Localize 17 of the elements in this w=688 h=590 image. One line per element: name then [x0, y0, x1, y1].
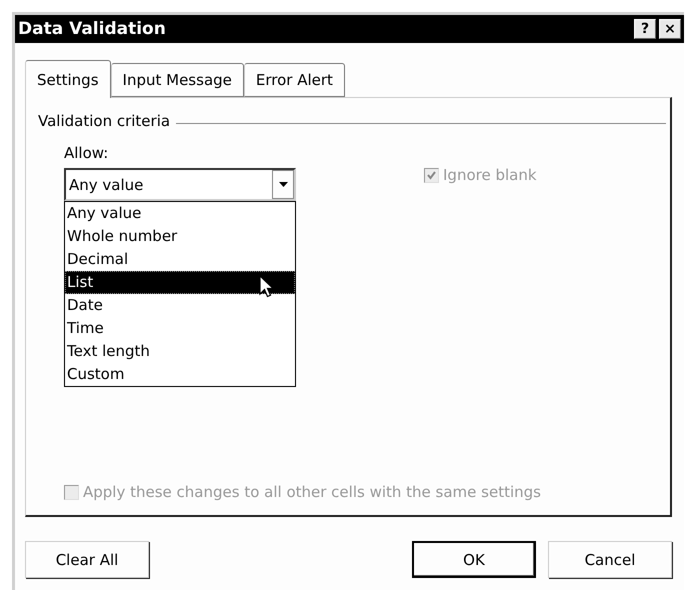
list-option[interactable]: List	[65, 271, 295, 294]
dialog-button[interactable]: Clear All	[25, 541, 149, 578]
tab[interactable]: Settings	[25, 60, 111, 98]
allow-dropdown[interactable]: Any value	[64, 168, 296, 201]
tab[interactable]: Error Alert	[244, 63, 345, 97]
caret-icon	[278, 182, 288, 187]
checkbox-label: Ignore blank	[443, 166, 537, 184]
window-title: Data Validation	[18, 19, 166, 39]
dialog-button[interactable]: OK	[412, 541, 536, 578]
section-title: Validation criteria	[38, 112, 170, 130]
dropdown-button[interactable]	[272, 170, 294, 199]
help-button[interactable]: ?	[634, 19, 656, 39]
dialog-button[interactable]: Cancel	[548, 541, 672, 578]
tab[interactable]: Input Message	[110, 63, 244, 97]
close-button[interactable]: ×	[659, 19, 681, 39]
field-label: Allow:	[64, 144, 110, 162]
checkbox-label: Apply these changes to all other cells with the same settings	[83, 483, 541, 501]
